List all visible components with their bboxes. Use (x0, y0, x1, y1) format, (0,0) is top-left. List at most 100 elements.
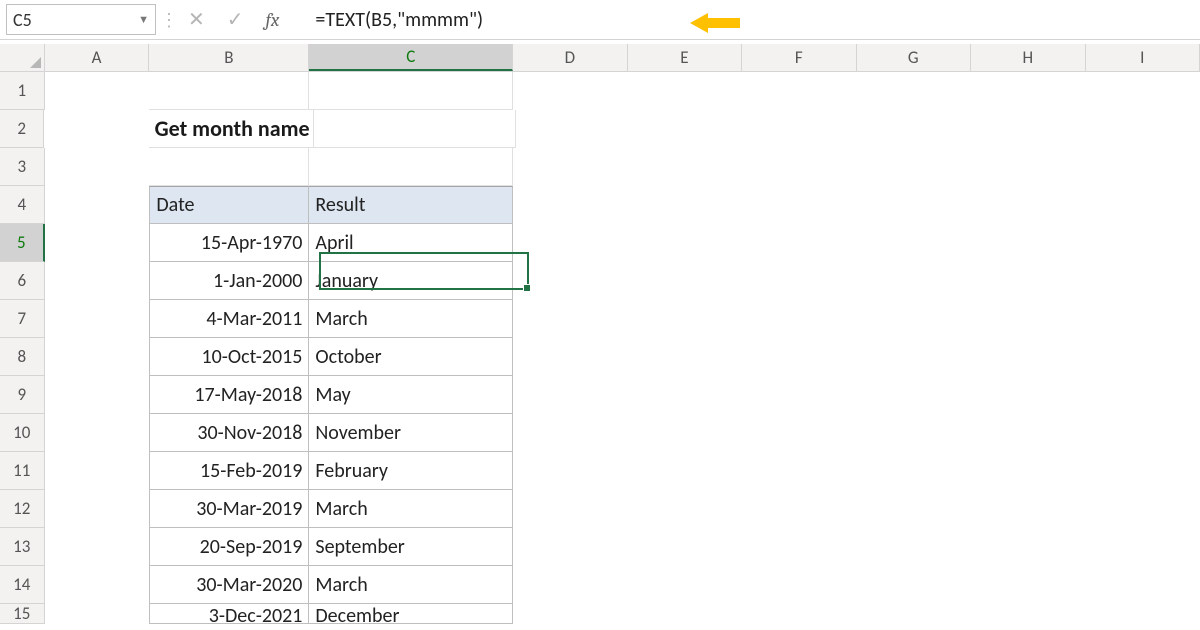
cell-E7[interactable] (627, 300, 742, 338)
cell-A1[interactable] (45, 72, 150, 110)
cell-G4[interactable] (856, 186, 971, 224)
cell-B13[interactable]: 20-Sep-2019 (149, 528, 309, 566)
col-header-E[interactable]: E (628, 44, 742, 71)
cell-D1[interactable] (513, 72, 628, 110)
cell-E2[interactable] (630, 110, 744, 148)
cell-C11[interactable]: February (309, 452, 512, 490)
spreadsheet-grid[interactable]: A B C D E F G H I 1 2 Get month name fr (0, 44, 1200, 630)
cell-I9[interactable] (1086, 376, 1200, 414)
cell-A14[interactable] (45, 566, 150, 604)
cell-F15[interactable] (742, 604, 857, 624)
cell-E12[interactable] (627, 490, 742, 528)
cell-C2[interactable] (314, 110, 516, 148)
cell-F2[interactable] (744, 110, 858, 148)
fx-icon[interactable]: fx (266, 9, 280, 31)
cell-D11[interactable] (513, 452, 628, 490)
col-header-F[interactable]: F (742, 44, 856, 71)
cell-B8[interactable]: 10-Oct-2015 (149, 338, 309, 376)
cell-A12[interactable] (45, 490, 150, 528)
cell-F4[interactable] (742, 186, 857, 224)
cell-D8[interactable] (513, 338, 628, 376)
col-header-B[interactable]: B (149, 44, 309, 71)
cell-A3[interactable] (45, 148, 150, 186)
cell-H6[interactable] (971, 262, 1086, 300)
cell-A11[interactable] (45, 452, 150, 490)
cell-H7[interactable] (971, 300, 1086, 338)
cell-F3[interactable] (742, 148, 857, 186)
cell-A9[interactable] (45, 376, 150, 414)
cell-G2[interactable] (858, 110, 972, 148)
row-header-11[interactable]: 11 (0, 452, 45, 490)
cell-H2[interactable] (972, 110, 1086, 148)
row-header-8[interactable]: 8 (0, 338, 45, 376)
cell-A15[interactable] (45, 604, 150, 624)
row-header-4[interactable]: 4 (0, 186, 45, 224)
col-header-A[interactable]: A (45, 44, 150, 71)
cell-B15[interactable]: 3-Dec-2021 (149, 604, 309, 624)
cell-H3[interactable] (971, 148, 1086, 186)
cell-C12[interactable]: March (309, 490, 512, 528)
cell-I3[interactable] (1085, 148, 1200, 186)
cell-A2[interactable] (44, 110, 148, 148)
cell-A8[interactable] (45, 338, 150, 376)
cell-I5[interactable] (1085, 224, 1200, 262)
cell-C14[interactable]: March (309, 566, 512, 604)
cell-G6[interactable] (856, 262, 971, 300)
cell-G3[interactable] (856, 148, 971, 186)
cell-C9[interactable]: May (309, 376, 512, 414)
name-box[interactable]: C5 ▼ (6, 4, 156, 35)
cell-G1[interactable] (856, 72, 971, 110)
cell-E3[interactable] (627, 148, 742, 186)
cell-B9[interactable]: 17-May-2018 (149, 376, 309, 414)
cell-F13[interactable] (742, 528, 857, 566)
cell-G13[interactable] (856, 528, 971, 566)
cell-C4[interactable]: Result (309, 186, 512, 224)
cell-I2[interactable] (1086, 110, 1200, 148)
row-header-2[interactable]: 2 (0, 110, 44, 148)
row-header-7[interactable]: 7 (0, 300, 45, 338)
cell-A13[interactable] (45, 528, 150, 566)
cell-E15[interactable] (627, 604, 742, 624)
row-header-13[interactable]: 13 (0, 528, 45, 566)
row-header-15[interactable]: 15 (0, 604, 45, 624)
cell-H9[interactable] (971, 376, 1086, 414)
row-header-6[interactable]: 6 (0, 262, 45, 300)
cell-F9[interactable] (742, 376, 857, 414)
cell-I4[interactable] (1086, 186, 1200, 224)
cell-D13[interactable] (513, 528, 628, 566)
cell-D6[interactable] (513, 262, 628, 300)
col-header-D[interactable]: D (513, 44, 627, 71)
cell-G8[interactable] (856, 338, 971, 376)
cell-F6[interactable] (742, 262, 857, 300)
row-header-5[interactable]: 5 (0, 224, 45, 262)
select-all-corner[interactable] (0, 44, 45, 71)
cell-F7[interactable] (742, 300, 857, 338)
cell-E5[interactable] (627, 224, 742, 262)
col-header-G[interactable]: G (857, 44, 971, 71)
cell-B12[interactable]: 30-Mar-2019 (149, 490, 309, 528)
cell-B3[interactable] (149, 148, 309, 186)
enter-icon[interactable]: ✓ (227, 7, 244, 32)
cell-H4[interactable] (971, 186, 1086, 224)
cancel-icon[interactable]: ✕ (188, 7, 205, 32)
cell-I7[interactable] (1086, 300, 1200, 338)
cell-A4[interactable] (45, 186, 150, 224)
cell-C10[interactable]: November (309, 414, 512, 452)
cell-C7[interactable]: March (309, 300, 512, 338)
cell-G7[interactable] (856, 300, 971, 338)
cell-E8[interactable] (627, 338, 742, 376)
cell-C13[interactable]: September (309, 528, 512, 566)
cell-G14[interactable] (856, 566, 971, 604)
cell-D9[interactable] (513, 376, 628, 414)
cell-E1[interactable] (627, 72, 742, 110)
row-header-1[interactable]: 1 (0, 72, 45, 110)
cell-F11[interactable] (742, 452, 857, 490)
cell-A6[interactable] (45, 262, 150, 300)
cell-D5[interactable] (513, 224, 628, 262)
col-header-H[interactable]: H (971, 44, 1085, 71)
row-header-9[interactable]: 9 (0, 376, 45, 414)
cell-D15[interactable] (513, 604, 628, 624)
cell-E11[interactable] (627, 452, 742, 490)
cell-A7[interactable] (45, 300, 150, 338)
cell-H13[interactable] (971, 528, 1086, 566)
